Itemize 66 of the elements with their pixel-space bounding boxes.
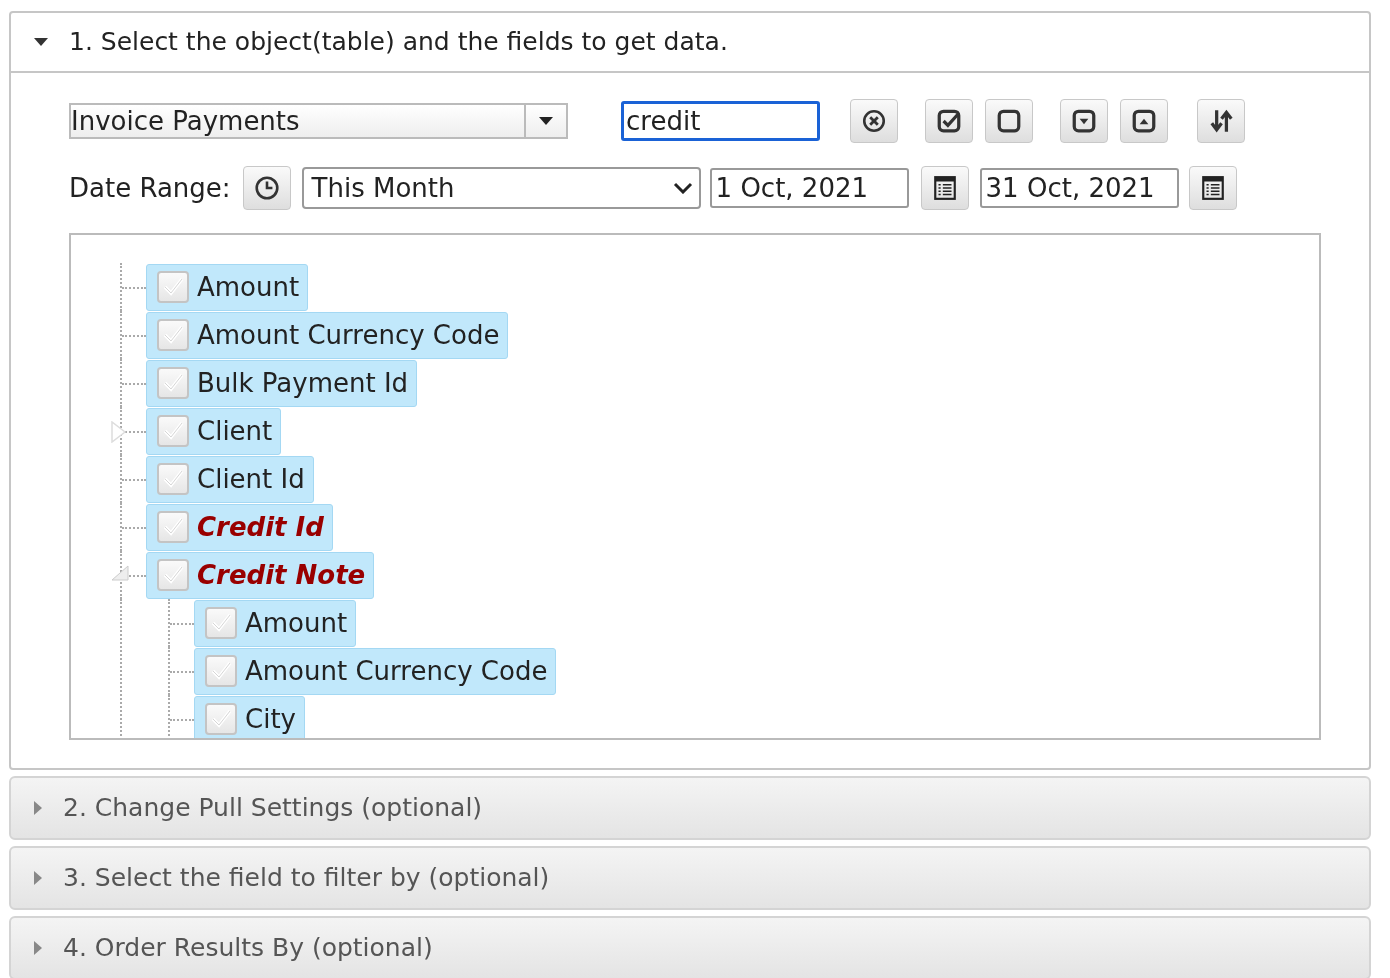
check-icon bbox=[162, 276, 184, 298]
expand-all-button[interactable] bbox=[1060, 99, 1108, 143]
date-range-label: Date Range: bbox=[69, 171, 231, 205]
tree-node[interactable]: Amount Currency Code bbox=[146, 311, 509, 359]
tree-node[interactable]: Credit Id bbox=[146, 503, 333, 551]
tree-node[interactable]: City bbox=[194, 695, 305, 738]
list-icon bbox=[931, 175, 958, 201]
check-icon bbox=[162, 324, 184, 346]
check-icon bbox=[162, 564, 184, 586]
checkbox[interactable] bbox=[157, 463, 189, 495]
time-button[interactable] bbox=[242, 166, 291, 210]
check-icon bbox=[162, 468, 184, 490]
expand-triangle-icon[interactable] bbox=[111, 421, 127, 443]
checkbox[interactable] bbox=[205, 607, 237, 639]
date-field[interactable]: 1 Oct, 2021 bbox=[709, 168, 909, 208]
check-icon bbox=[162, 420, 184, 442]
tree-node[interactable]: Client Id bbox=[146, 455, 314, 503]
tree-node[interactable]: Credit Note bbox=[146, 551, 375, 599]
search-field[interactable]: credit bbox=[621, 101, 820, 141]
tree-node[interactable]: Amount Currency Code bbox=[194, 647, 557, 695]
checkbox[interactable] bbox=[157, 319, 189, 351]
up-triangle-box-icon bbox=[1131, 108, 1157, 134]
checkbox[interactable] bbox=[157, 271, 189, 303]
caret-down-icon bbox=[539, 117, 553, 125]
object-dropdown[interactable]: Invoice Payments bbox=[69, 103, 568, 139]
check-icon bbox=[210, 660, 232, 682]
chevron-down-icon bbox=[672, 182, 693, 194]
check-icon bbox=[162, 516, 184, 538]
check-icon bbox=[210, 708, 232, 730]
caret-right-icon bbox=[33, 800, 43, 816]
checkbox[interactable] bbox=[157, 415, 189, 447]
tree-node[interactable]: Amount bbox=[194, 599, 357, 647]
section-title[interactable]: 1. Select the object(table) and the fields to get data. bbox=[69, 23, 728, 61]
tree-node[interactable]: Amount bbox=[146, 263, 309, 311]
section-title[interactable]: 4. Order Results By (optional) bbox=[63, 929, 433, 967]
check-icon bbox=[210, 612, 232, 634]
sort-button[interactable] bbox=[1197, 99, 1245, 143]
checkbox[interactable] bbox=[157, 511, 189, 543]
caret-right-icon bbox=[33, 870, 43, 886]
down-triangle-box-icon bbox=[1071, 108, 1097, 134]
date-preset-dropdown[interactable]: This Month bbox=[301, 167, 701, 209]
checkbox[interactable] bbox=[205, 655, 237, 687]
section-title[interactable]: 3. Select the field to filter by (optional) bbox=[63, 859, 550, 897]
date-field[interactable]: 31 Oct, 2021 bbox=[979, 168, 1179, 208]
checkbox[interactable] bbox=[205, 703, 237, 735]
caret-down-icon bbox=[33, 37, 49, 47]
collapse-triangle-icon[interactable] bbox=[111, 565, 129, 581]
check-all-button[interactable] bbox=[925, 99, 973, 143]
tree-node[interactable]: Client bbox=[146, 407, 282, 455]
section-title[interactable]: 2. Change Pull Settings (optional) bbox=[63, 789, 483, 827]
checkbox[interactable] bbox=[157, 559, 189, 591]
checked-box-icon bbox=[936, 108, 962, 134]
check-icon bbox=[162, 372, 184, 394]
clock-icon bbox=[253, 175, 280, 201]
tree-node[interactable]: Bulk Payment Id bbox=[146, 359, 418, 407]
empty-box-icon bbox=[996, 108, 1022, 134]
calendar-button[interactable] bbox=[1188, 166, 1237, 210]
list-icon bbox=[1199, 175, 1226, 201]
caret-right-icon bbox=[33, 940, 43, 956]
sort-icon bbox=[1208, 108, 1234, 134]
clear-icon bbox=[861, 108, 887, 134]
clear-button[interactable] bbox=[850, 99, 898, 143]
calendar-button[interactable] bbox=[920, 166, 969, 210]
uncheck-all-button[interactable] bbox=[985, 99, 1033, 143]
checkbox[interactable] bbox=[157, 367, 189, 399]
collapse-all-button[interactable] bbox=[1120, 99, 1168, 143]
